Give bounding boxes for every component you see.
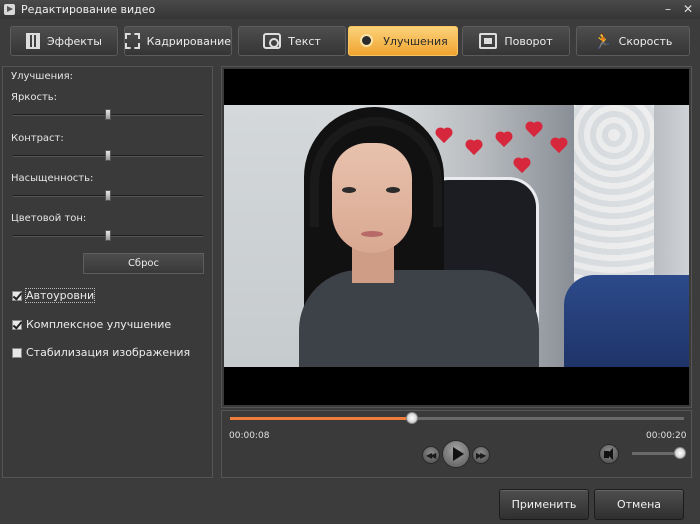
hue-label: Цветовой тон:	[11, 213, 87, 224]
video-preview[interactable]	[224, 69, 689, 405]
tab-effects-label: Эффекты	[47, 34, 102, 48]
brightness-label: Яркость:	[11, 92, 58, 103]
rewind-icon: ◀◀	[426, 451, 436, 460]
tab-text-label: Текст	[288, 34, 321, 48]
panel-title: Улучшения:	[11, 71, 74, 82]
volume-slider[interactable]	[632, 447, 686, 459]
current-time: 00:00:08	[229, 431, 270, 441]
volume-button[interactable]	[599, 444, 619, 464]
contrast-slider[interactable]	[13, 150, 203, 161]
complex-enhancement-check-icon[interactable]	[12, 319, 22, 330]
saturation-slider[interactable]	[13, 190, 203, 201]
title-bar: Редактирование видео	[0, 0, 700, 19]
apply-button[interactable]: Применить	[499, 489, 589, 520]
previous-frame-button[interactable]: ◀◀	[422, 446, 440, 464]
hue-slider[interactable]	[13, 230, 203, 241]
window-title: Редактирование видео	[21, 3, 156, 16]
tab-enhancements[interactable]: Улучшения	[348, 26, 458, 56]
auto-levels-check-icon[interactable]	[12, 290, 22, 301]
running-man-icon: 🏃	[593, 32, 613, 50]
auto-levels-label: Автоуровни	[24, 288, 96, 303]
complex-enhancement-label: Комплексное улучшение	[26, 318, 172, 331]
brightness-slider[interactable]	[13, 109, 203, 120]
total-time: 00:00:20	[646, 431, 687, 441]
app-icon	[4, 4, 15, 15]
tab-text[interactable]: Текст	[238, 26, 346, 56]
close-button[interactable]: ✕	[680, 1, 696, 17]
brightness-slider-thumb[interactable]	[105, 109, 111, 120]
tab-crop-label: Кадрирование	[146, 34, 231, 48]
speaker-icon	[604, 448, 613, 460]
auto-levels-checkbox[interactable]: Автоуровни	[12, 288, 96, 303]
saturation-slider-thumb[interactable]	[105, 190, 111, 201]
tab-speed[interactable]: 🏃 Скорость	[576, 26, 690, 56]
tab-enhancements-label: Улучшения	[383, 34, 448, 48]
tab-rotate[interactable]: Поворот	[462, 26, 570, 56]
crop-icon	[125, 33, 140, 49]
stabilization-check-icon[interactable]	[12, 347, 22, 358]
stabilization-checkbox[interactable]: Стабилизация изображения	[12, 346, 190, 359]
cancel-button[interactable]: Отмена	[594, 489, 684, 520]
enhancements-panel: Улучшения: Яркость: Контраст: Насыщеннос…	[2, 66, 213, 478]
seek-bar[interactable]	[230, 412, 684, 424]
saturation-label: Насыщенность:	[11, 173, 94, 184]
next-frame-button[interactable]: ▶▶	[472, 446, 490, 464]
play-button[interactable]	[442, 440, 470, 468]
tab-rotate-label: Поворот	[504, 34, 553, 48]
tab-bar: Эффекты Кадрирование Текст Улучшения Пов…	[10, 26, 690, 56]
tab-effects[interactable]: Эффекты	[10, 26, 118, 56]
seek-thumb[interactable]	[405, 412, 418, 424]
reset-button[interactable]: Сброс	[83, 253, 204, 274]
play-icon	[453, 447, 464, 461]
video-frame-image	[224, 105, 689, 367]
volume-thumb[interactable]	[673, 447, 686, 459]
complex-enhancement-checkbox[interactable]: Комплексное улучшение	[12, 318, 171, 331]
seek-progress	[230, 417, 412, 420]
fast-forward-icon: ▶▶	[476, 451, 486, 460]
stabilization-label: Стабилизация изображения	[26, 346, 191, 359]
rotate-icon	[479, 33, 498, 49]
brightness-icon	[358, 33, 376, 49]
contrast-slider-thumb[interactable]	[105, 150, 111, 161]
tab-crop[interactable]: Кадрирование	[124, 26, 232, 56]
tab-speed-label: Скорость	[618, 34, 673, 48]
film-effects-icon	[26, 33, 40, 49]
hue-slider-thumb[interactable]	[105, 230, 111, 241]
minimize-button[interactable]: –	[660, 1, 676, 17]
text-icon	[263, 33, 282, 49]
contrast-label: Контраст:	[11, 133, 64, 144]
